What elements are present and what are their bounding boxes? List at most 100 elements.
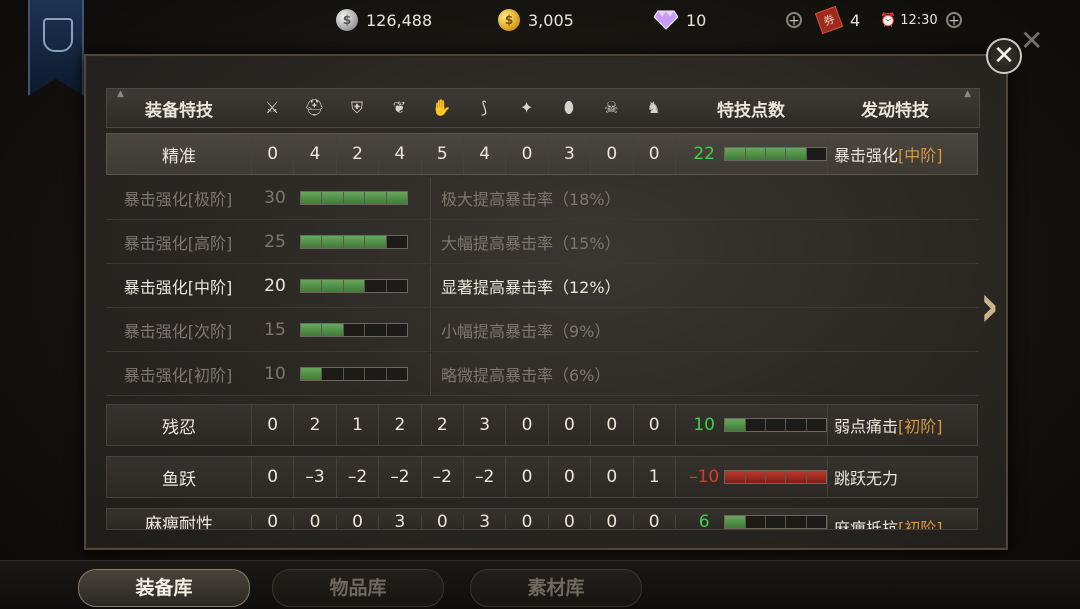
tier-description: 显著提高暴击率（12%）	[430, 265, 621, 307]
skill-row[interactable]: 麻痹耐性 0 0 0 3 0 3 0 0 0 0 6 麻痹抵抗[初阶]	[106, 508, 978, 530]
slot-value: –2	[379, 457, 422, 497]
alarm-clock-icon: ⏰	[880, 12, 897, 28]
skill-name: 麻痹耐性	[107, 515, 252, 529]
points-gauge	[300, 191, 408, 205]
tier-threshold: 10	[264, 364, 286, 384]
skill-tier-detail-row: 暴击强化[初阶] 10 略微提高暴击率（6%）	[106, 353, 978, 396]
slot-value: 3	[379, 512, 422, 529]
slot-value: 2	[294, 405, 337, 445]
active-skill-name: 跳跃无力	[834, 469, 899, 488]
skill-points-value: 22	[693, 144, 715, 164]
slot-value: 0	[252, 405, 295, 445]
slot-value: –2	[464, 457, 507, 497]
header-equipment-skill[interactable]: 装备特技	[107, 96, 251, 121]
slot-value: 2	[422, 405, 464, 445]
slot-value: 0	[634, 405, 676, 445]
close-button[interactable]: ✕	[986, 38, 1022, 74]
skill-row[interactable]: 鱼跃 0 –3 –2 –2 –2 –2 0 0 0 1 –10 跳跃无力	[106, 456, 978, 498]
boots-icon: ⟆	[481, 98, 488, 117]
header-active-skill[interactable]: 发动特技	[827, 96, 963, 121]
ticket-timer: ⏰ 12:30	[880, 8, 938, 32]
active-skill-name: 麻痹抵抗	[834, 519, 899, 530]
tab-materials[interactable]: 素材库	[470, 569, 642, 607]
slot-value: 5	[422, 134, 464, 174]
slot-value: 2	[337, 134, 380, 174]
active-skill-tier: [中阶]	[898, 146, 943, 165]
skill-points-value: 6	[698, 512, 710, 530]
slot-values: 0212230000	[252, 405, 676, 445]
add-gems-button[interactable]: +	[786, 12, 802, 28]
close-icon: ✕	[1020, 24, 1044, 57]
tier-description: 小幅提高暴击率（9%）	[430, 309, 610, 351]
sort-up-icon[interactable]: ▲	[117, 89, 124, 99]
slot-value: 0	[591, 512, 634, 529]
bottom-tab-bar: 装备库 物品库 素材库	[0, 560, 1080, 609]
silver-coin-icon: $	[336, 9, 358, 31]
slot-values: 0 –3 –2 –2 –2 –2 0 0 0 1	[252, 457, 676, 497]
slot-value: –3	[294, 457, 337, 497]
skill-tier-detail-row: 暴击强化[次阶] 15 小幅提高暴击率（9%）	[106, 309, 978, 352]
gold-amount: 3,005	[528, 10, 574, 30]
tier-description: 大幅提高暴击率（15%）	[430, 221, 621, 263]
tier-name: 暴击强化[次阶]	[123, 322, 233, 341]
slot-value: 3	[549, 134, 592, 174]
slot-value: 0	[549, 457, 592, 497]
shoulder-icon: ❦	[392, 98, 407, 117]
skill-points-value: –10	[689, 467, 720, 487]
slot-value: 4	[464, 134, 507, 174]
skill-points-value: 10	[693, 415, 715, 435]
gold-coin-icon: $	[498, 9, 520, 31]
skill-points-cell: 6	[676, 512, 828, 530]
tab-items[interactable]: 物品库	[272, 569, 444, 607]
active-skill-name: 弱点痛击	[834, 417, 899, 436]
slot-value: 0	[591, 457, 634, 497]
active-skill-tier: [初阶]	[898, 417, 943, 436]
add-tickets-button[interactable]: +	[946, 12, 962, 28]
tier-name: 暴击强化[中阶]	[123, 278, 233, 297]
next-page-arrow-icon[interactable]: ›	[980, 270, 999, 340]
slot-value: 0	[252, 512, 295, 529]
slot-value: 0	[506, 405, 549, 445]
sort-up-icon[interactable]: ▲	[964, 89, 971, 99]
slot-value: 0	[337, 512, 380, 529]
slot-value: 0	[549, 405, 592, 445]
tab-equipment[interactable]: 装备库	[78, 569, 250, 607]
slot-value: 0	[422, 512, 464, 529]
tier-description: 极大提高暴击率（18%）	[430, 177, 621, 219]
ticket-counter: 券 4	[814, 5, 860, 35]
tier-name: 暴击强化[高阶]	[123, 234, 233, 253]
gauntlet-icon: ✋	[431, 98, 452, 117]
active-skill-tier: [初阶]	[898, 519, 943, 530]
chest-armor-icon: ⛨	[350, 98, 363, 117]
skill-points-cell: 22	[676, 134, 828, 174]
skill-points-cell: 10	[676, 405, 828, 445]
silver-amount: 126,488	[366, 10, 433, 30]
points-gauge	[300, 323, 408, 337]
slot-value: 0	[506, 512, 549, 529]
horse-icon: ♞	[646, 98, 661, 117]
header-skill-points[interactable]: 特技点数	[675, 96, 827, 121]
slot-value: 2	[379, 405, 422, 445]
slot-value: 1	[634, 457, 676, 497]
slot-value: –2	[422, 457, 464, 497]
slot-value: –2	[337, 457, 380, 497]
slot-value: 0	[591, 405, 634, 445]
slot-value: 0	[252, 457, 295, 497]
pendant-icon: ⬮	[563, 98, 574, 117]
skill-points-cell: –10	[676, 457, 828, 497]
skill-name: 鱼跃	[107, 457, 252, 497]
skill-tier-detail-row: 暴击强化[高阶] 25 大幅提高暴击率（15%）	[106, 221, 978, 264]
ticket-icon: 券	[814, 5, 844, 35]
slot-value: 0	[506, 457, 549, 497]
slot-value: 0	[506, 134, 549, 174]
slot-value: 1	[337, 405, 380, 445]
slot-value: 4	[379, 134, 422, 174]
slot-value: 4	[294, 134, 337, 174]
skill-row[interactable]: 精准 0 4 2 4 5 4 0 3 0 0 22 暴击强化[中阶]	[106, 133, 978, 175]
slot-values: 0424540300	[252, 134, 676, 174]
sword-icon: ⚔	[265, 98, 280, 117]
table-header: ▲ 装备特技 ⚔ ⛑ ⛨ ❦ ✋ ⟆ ✦ ⬮ ☠ ♞ 特技点数 发动特技 ▲	[106, 88, 980, 128]
tier-threshold: 15	[264, 320, 286, 340]
skill-row[interactable]: 残忍 0 2 1 2 2 3 0 0 0 0 10 弱点痛击[初阶]	[106, 404, 978, 446]
points-gauge	[300, 235, 408, 249]
